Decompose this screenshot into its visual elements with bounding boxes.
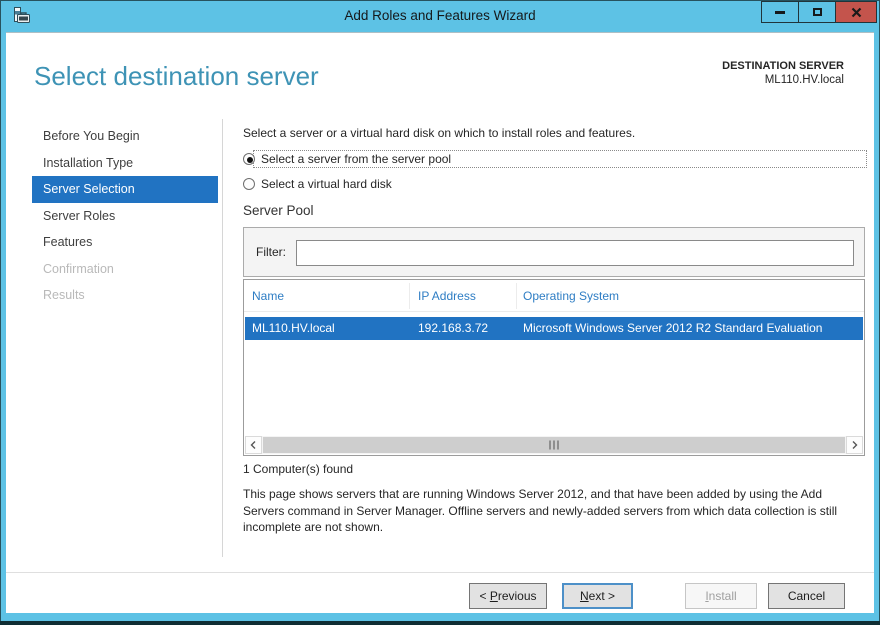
window-controls — [761, 1, 877, 23]
chevron-left-icon — [250, 441, 256, 449]
page-description: This page shows servers that are running… — [243, 487, 838, 534]
close-icon — [851, 7, 861, 17]
previous-button-label: < — [479, 589, 490, 603]
next-button-label: N — [579, 589, 589, 603]
sidebar-item-installation-type[interactable]: Installation Type — [32, 150, 218, 177]
filter-label: Filter: — [256, 245, 286, 259]
computer-count-text: 1 Computer(s) found — [243, 462, 354, 476]
maximize-button[interactable] — [798, 1, 836, 23]
radio-select-virtual-hard-disk[interactable] — [243, 178, 255, 190]
sidebar-item-features[interactable]: Features — [32, 229, 218, 256]
scroll-right-button[interactable] — [846, 436, 863, 454]
next-button[interactable]: Next > — [562, 583, 633, 609]
radio-select-server-pool-label[interactable]: Select a server from the server pool — [253, 150, 867, 168]
sidebar-item-server-roles[interactable]: Server Roles — [32, 203, 218, 230]
radio-select-server-pool[interactable] — [243, 153, 255, 165]
titlebar: Add Roles and Features Wizard — [0, 0, 880, 32]
scroll-left-button[interactable] — [245, 436, 262, 454]
destination-server-label: DESTINATION SERVER — [722, 60, 844, 72]
horizontal-scrollbar[interactable] — [245, 436, 863, 454]
server-pool-table: Name IP Address Operating System ML110.H… — [243, 279, 865, 456]
destination-server-block: DESTINATION SERVER ML110.HV.local — [722, 59, 844, 87]
server-pool-heading: Server Pool — [243, 203, 314, 218]
cell-name: ML110.HV.local — [252, 321, 335, 335]
maximize-icon — [812, 8, 822, 16]
column-header-operating-system[interactable]: Operating System — [523, 289, 619, 303]
intro-text: Select a server or a virtual hard disk o… — [243, 126, 636, 140]
minimize-icon — [775, 10, 785, 14]
cell-ip-address: 192.168.3.72 — [418, 321, 489, 335]
table-header: Name IP Address Operating System — [244, 280, 864, 312]
previous-button[interactable]: < Previous — [469, 583, 547, 609]
table-row-server[interactable]: ML110.HV.local 192.168.3.72 Microsoft Wi… — [245, 317, 863, 340]
cancel-button[interactable]: Cancel — [768, 583, 845, 609]
minimize-button[interactable] — [761, 1, 799, 23]
sidebar-item-results: Results — [43, 288, 85, 302]
page-title: Select destination server — [34, 61, 319, 91]
destination-server-value: ML110.HV.local — [764, 74, 844, 86]
column-separator — [516, 283, 517, 309]
sidebar-item-server-selection[interactable]: Server Selection — [32, 176, 218, 203]
radio-row-virtual-hard-disk: Select a virtual hard disk — [243, 174, 865, 194]
window-title: Add Roles and Features Wizard — [344, 8, 536, 23]
filter-input[interactable] — [296, 240, 854, 266]
column-separator — [409, 283, 410, 309]
footer-divider — [6, 572, 874, 573]
column-header-ip-address[interactable]: IP Address — [418, 289, 476, 303]
sidebar-item-confirmation: Confirmation — [43, 261, 114, 276]
filter-panel: Filter: — [243, 227, 865, 277]
chevron-right-icon — [852, 441, 858, 449]
scrollbar-thumb[interactable] — [263, 437, 845, 453]
wizard-body: Select destination server DESTINATION SE… — [6, 32, 874, 613]
sidebar-divider — [222, 119, 223, 557]
cell-operating-system: Microsoft Windows Server 2012 R2 Standar… — [523, 321, 823, 335]
column-header-name[interactable]: Name — [252, 289, 284, 303]
wizard-steps: Before You Begin Installation Type Serve… — [32, 123, 218, 309]
window-bottom-edge — [0, 621, 880, 625]
radio-select-virtual-hard-disk-label[interactable]: Select a virtual hard disk — [255, 177, 392, 191]
wizard-window: Add Roles and Features Wizard Select des… — [0, 0, 880, 625]
install-button: Install — [685, 583, 757, 609]
radio-row-server-pool: Select a server from the server pool — [243, 149, 867, 169]
close-button[interactable] — [835, 1, 877, 23]
sidebar-item-before-you-begin[interactable]: Before You Begin — [32, 123, 218, 150]
